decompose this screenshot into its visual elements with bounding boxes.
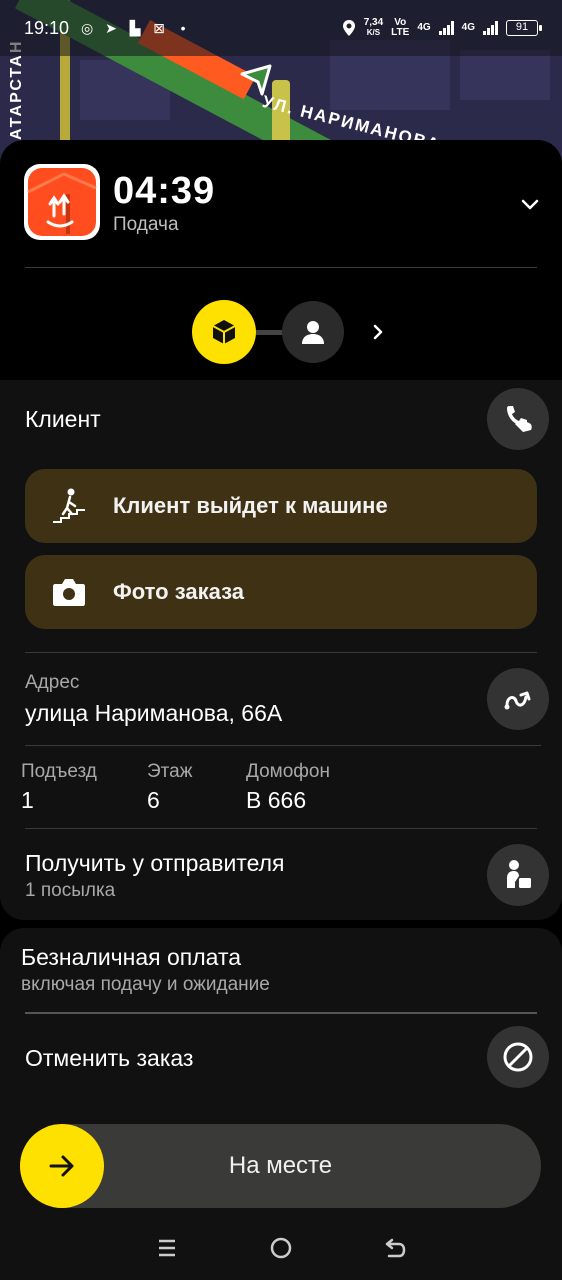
order-details: Клиент Клиент выйдет к машине Фото заказ… bbox=[0, 380, 562, 920]
divider bbox=[25, 1012, 537, 1014]
floor-label: Этаж bbox=[147, 761, 193, 782]
call-client-button[interactable] bbox=[487, 388, 549, 450]
status-notification-icons: ◎ ➤ ▙ ⊠ • bbox=[79, 19, 191, 37]
cancel-order-label: Отменить заказ bbox=[25, 1045, 194, 1071]
volte-bottom: LTE bbox=[391, 27, 410, 38]
floor-value: 6 bbox=[147, 787, 160, 813]
camera-icon bbox=[53, 579, 85, 606]
box-icon bbox=[212, 320, 236, 344]
signal-icon bbox=[438, 21, 454, 35]
signal-icon bbox=[483, 21, 498, 35]
walking-stairs-icon bbox=[53, 488, 85, 523]
home-icon[interactable] bbox=[269, 1236, 293, 1260]
navigation-arrow-icon bbox=[240, 64, 272, 96]
person-package-icon bbox=[507, 860, 531, 888]
speed-unit: K/S bbox=[366, 28, 381, 37]
delivery-box-logo bbox=[24, 164, 100, 240]
battery-icon: 91 bbox=[506, 20, 542, 36]
entrance-value: 1 bbox=[21, 787, 34, 813]
pickup-timer: 04:39 bbox=[113, 170, 216, 212]
address-label: Адрес bbox=[25, 672, 80, 693]
cancel-icon bbox=[503, 1042, 533, 1072]
client-walks-to-car-button[interactable]: Клиент выйдет к машине bbox=[25, 469, 537, 543]
step-connector bbox=[256, 329, 282, 335]
route-icon bbox=[504, 691, 531, 710]
divider bbox=[25, 652, 537, 653]
entrance-label: Подъезд bbox=[21, 761, 97, 782]
location-icon bbox=[342, 20, 355, 36]
speed-value: 7,34 bbox=[363, 17, 384, 28]
order-photo-button[interactable]: Фото заказа bbox=[25, 555, 537, 629]
network-speed: 7,34 K/S bbox=[364, 18, 383, 38]
pickup-subtitle: 1 посылка bbox=[25, 880, 116, 901]
order-progress[interactable] bbox=[192, 300, 388, 364]
status-bar: 19:10 ◎ ➤ ▙ ⊠ • 7,34 K/S Vo LTE 4G 4G 91 bbox=[0, 0, 562, 56]
payment-title: Безналичная оплата bbox=[21, 944, 242, 970]
cancel-order-button[interactable] bbox=[487, 1026, 549, 1088]
client-title: Клиент bbox=[25, 406, 101, 432]
sender-info-button[interactable] bbox=[487, 844, 549, 906]
app-notification-icon: ⊠ bbox=[153, 19, 165, 36]
client-walks-label: Клиент выйдет к машине bbox=[113, 493, 388, 518]
map-block bbox=[460, 50, 550, 100]
status-time: 19:10 bbox=[24, 17, 70, 38]
dot-icon: • bbox=[180, 20, 186, 36]
network-type-1: 4G bbox=[417, 22, 431, 33]
divider bbox=[25, 828, 537, 829]
phone-chat-icon bbox=[507, 406, 532, 432]
person-icon bbox=[302, 321, 324, 344]
intercom-value: В 666 bbox=[246, 787, 307, 813]
divider bbox=[25, 745, 541, 746]
address-value: улица Нариманова, 66А bbox=[25, 700, 283, 726]
timer-caption: Подача bbox=[113, 214, 179, 235]
volte-indicator: Vo LTE bbox=[391, 18, 409, 38]
intercom-label: Домофон bbox=[246, 761, 330, 782]
system-nav-bar bbox=[0, 1215, 562, 1280]
order-photo-label: Фото заказа bbox=[113, 579, 244, 604]
payment-subtitle: включая подачу и ожидание bbox=[21, 974, 270, 995]
arrow-right-icon bbox=[49, 1155, 74, 1177]
order-status-card: 04:39 Подача bbox=[0, 140, 562, 376]
slider-handle[interactable] bbox=[20, 1124, 104, 1208]
at-sign-icon: ◎ bbox=[80, 19, 94, 36]
telegram-icon: ➤ bbox=[105, 19, 117, 36]
divider bbox=[25, 267, 537, 268]
step-parcel[interactable] bbox=[192, 300, 256, 364]
route-button[interactable] bbox=[487, 668, 549, 730]
network-type-2: 4G bbox=[461, 22, 475, 33]
step-client[interactable] bbox=[282, 301, 344, 363]
pickup-title: Получить у отправителя bbox=[25, 850, 285, 876]
chevron-down-icon[interactable] bbox=[518, 192, 542, 216]
arrived-slider[interactable]: На месте bbox=[20, 1124, 541, 1208]
menu-icon[interactable] bbox=[155, 1236, 179, 1260]
chevron-right-icon[interactable] bbox=[368, 322, 388, 342]
delivery-app-icon: ▙ bbox=[129, 19, 141, 36]
back-icon[interactable] bbox=[383, 1236, 407, 1260]
